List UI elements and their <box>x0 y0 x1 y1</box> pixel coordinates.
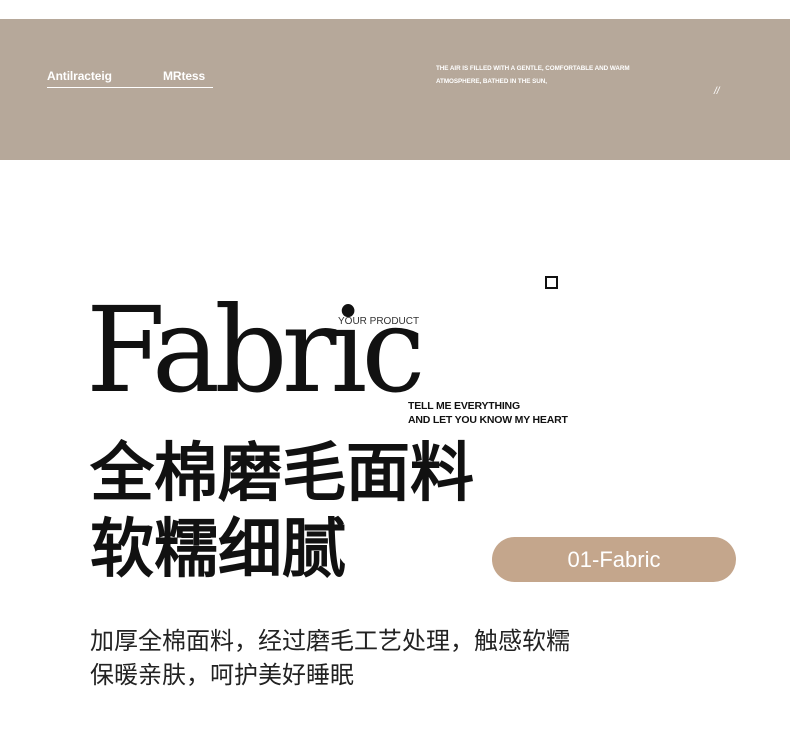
tagline-line-2: ATMOSPHERE, BATHED IN THE SUN, <box>436 77 547 85</box>
tell-text: TELL ME EVERYTHING AND LET YOU KNOW MY H… <box>408 399 568 427</box>
kicker-text: YOUR PRODUCT <box>338 316 420 327</box>
headline-line-2: 软糯细腻 <box>90 512 346 587</box>
description: 加厚全棉面料，经过磨毛工艺处理，触感软糯 保暖亲肤，呵护美好睡眠 <box>90 624 570 692</box>
nav-item-1[interactable]: Antilracteig <box>47 69 112 83</box>
square-marker-icon <box>545 276 558 289</box>
description-line-1: 加厚全棉面料，经过磨毛工艺处理，触感软糯 <box>90 627 570 655</box>
banner-nav: Antilracteig MRtess <box>47 69 213 88</box>
header-banner <box>0 19 790 160</box>
fabric-badge-label: 01-Fabric <box>567 547 661 572</box>
tell-line-1: TELL ME EVERYTHING <box>408 400 520 412</box>
top-spacer <box>0 0 790 19</box>
tagline-line-1: THE AIR IS FILLED WITH A GENTLE, COMFORT… <box>436 65 630 72</box>
banner-tagline: THE AIR IS FILLED WITH A GENTLE, COMFORT… <box>436 63 666 88</box>
tell-line-2: AND LET YOU KNOW MY HEART <box>408 414 568 426</box>
fabric-badge: 01-Fabric <box>492 537 736 582</box>
headline: 全棉磨毛面料 软糯细腻 <box>90 436 474 588</box>
fabric-title: Fabric <box>86 281 426 419</box>
description-line-2: 保暖亲肤，呵护美好睡眠 <box>90 661 354 689</box>
decorative-slashes: // <box>714 86 720 97</box>
headline-line-1: 全棉磨毛面料 <box>90 436 474 511</box>
nav-item-2[interactable]: MRtess <box>163 69 205 83</box>
